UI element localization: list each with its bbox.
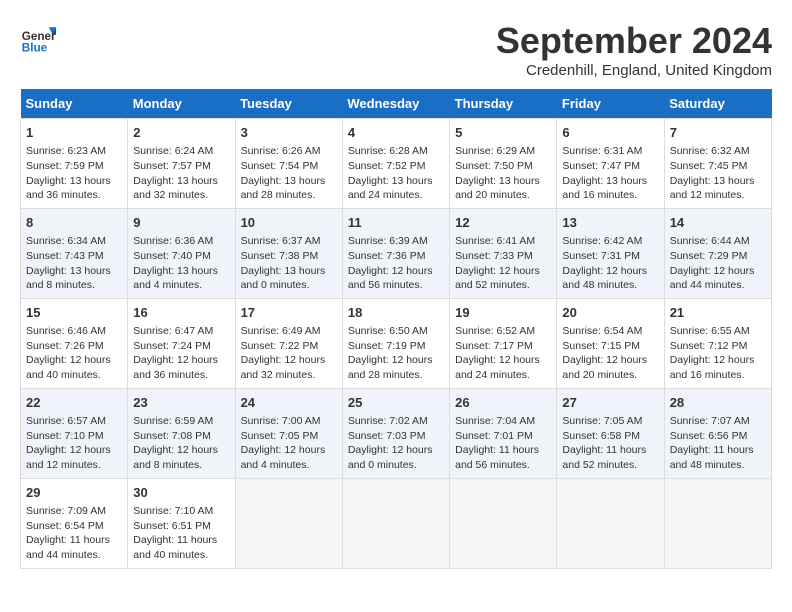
day-number: 23	[133, 394, 229, 412]
svg-text:Blue: Blue	[22, 42, 48, 55]
day-number: 10	[241, 214, 337, 232]
day-cell: 7Sunrise: 6:32 AMSunset: 7:45 PMDaylight…	[664, 119, 771, 209]
day-cell: 17Sunrise: 6:49 AMSunset: 7:22 PMDayligh…	[235, 298, 342, 388]
day-number: 28	[670, 394, 766, 412]
day-cell: 6Sunrise: 6:31 AMSunset: 7:47 PMDaylight…	[557, 119, 664, 209]
day-cell	[235, 478, 342, 568]
day-cell: 15Sunrise: 6:46 AMSunset: 7:26 PMDayligh…	[21, 298, 128, 388]
day-cell: 9Sunrise: 6:36 AMSunset: 7:40 PMDaylight…	[128, 208, 235, 298]
day-cell: 30Sunrise: 7:10 AMSunset: 6:51 PMDayligh…	[128, 478, 235, 568]
day-number: 2	[133, 124, 229, 142]
location: Credenhill, England, United Kingdom	[496, 62, 772, 79]
day-cell: 10Sunrise: 6:37 AMSunset: 7:38 PMDayligh…	[235, 208, 342, 298]
day-cell: 20Sunrise: 6:54 AMSunset: 7:15 PMDayligh…	[557, 298, 664, 388]
day-cell	[557, 478, 664, 568]
day-number: 3	[241, 124, 337, 142]
week-row-4: 29Sunrise: 7:09 AMSunset: 6:54 PMDayligh…	[21, 478, 772, 568]
day-number: 29	[26, 484, 122, 502]
calendar-body: 1Sunrise: 6:23 AMSunset: 7:59 PMDaylight…	[21, 119, 772, 569]
day-cell: 11Sunrise: 6:39 AMSunset: 7:36 PMDayligh…	[342, 208, 449, 298]
day-cell: 23Sunrise: 6:59 AMSunset: 7:08 PMDayligh…	[128, 388, 235, 478]
day-number: 4	[348, 124, 444, 142]
day-number: 12	[455, 214, 551, 232]
day-number: 25	[348, 394, 444, 412]
day-cell: 5Sunrise: 6:29 AMSunset: 7:50 PMDaylight…	[450, 119, 557, 209]
day-cell: 4Sunrise: 6:28 AMSunset: 7:52 PMDaylight…	[342, 119, 449, 209]
day-number: 19	[455, 304, 551, 322]
day-cell: 22Sunrise: 6:57 AMSunset: 7:10 PMDayligh…	[21, 388, 128, 478]
day-cell: 24Sunrise: 7:00 AMSunset: 7:05 PMDayligh…	[235, 388, 342, 478]
day-number: 13	[562, 214, 658, 232]
day-cell: 3Sunrise: 6:26 AMSunset: 7:54 PMDaylight…	[235, 119, 342, 209]
logo-icon: General Blue	[20, 20, 56, 56]
day-cell: 16Sunrise: 6:47 AMSunset: 7:24 PMDayligh…	[128, 298, 235, 388]
title-area: September 2024 Credenhill, England, Unit…	[496, 20, 772, 79]
weekday-monday: Monday	[128, 89, 235, 119]
weekday-wednesday: Wednesday	[342, 89, 449, 119]
day-cell: 28Sunrise: 7:07 AMSunset: 6:56 PMDayligh…	[664, 388, 771, 478]
week-row-2: 15Sunrise: 6:46 AMSunset: 7:26 PMDayligh…	[21, 298, 772, 388]
day-cell: 1Sunrise: 6:23 AMSunset: 7:59 PMDaylight…	[21, 119, 128, 209]
day-cell: 12Sunrise: 6:41 AMSunset: 7:33 PMDayligh…	[450, 208, 557, 298]
day-cell: 29Sunrise: 7:09 AMSunset: 6:54 PMDayligh…	[21, 478, 128, 568]
weekday-header: SundayMondayTuesdayWednesdayThursdayFrid…	[21, 89, 772, 119]
day-number: 24	[241, 394, 337, 412]
day-cell: 14Sunrise: 6:44 AMSunset: 7:29 PMDayligh…	[664, 208, 771, 298]
day-number: 6	[562, 124, 658, 142]
weekday-thursday: Thursday	[450, 89, 557, 119]
day-number: 18	[348, 304, 444, 322]
month-title: September 2024	[496, 20, 772, 62]
weekday-sunday: Sunday	[21, 89, 128, 119]
day-cell: 26Sunrise: 7:04 AMSunset: 7:01 PMDayligh…	[450, 388, 557, 478]
day-number: 1	[26, 124, 122, 142]
day-cell: 19Sunrise: 6:52 AMSunset: 7:17 PMDayligh…	[450, 298, 557, 388]
day-cell	[450, 478, 557, 568]
day-number: 16	[133, 304, 229, 322]
day-cell: 25Sunrise: 7:02 AMSunset: 7:03 PMDayligh…	[342, 388, 449, 478]
week-row-1: 8Sunrise: 6:34 AMSunset: 7:43 PMDaylight…	[21, 208, 772, 298]
weekday-friday: Friday	[557, 89, 664, 119]
day-number: 8	[26, 214, 122, 232]
day-cell: 13Sunrise: 6:42 AMSunset: 7:31 PMDayligh…	[557, 208, 664, 298]
calendar-table: SundayMondayTuesdayWednesdayThursdayFrid…	[20, 89, 772, 569]
day-number: 21	[670, 304, 766, 322]
weekday-saturday: Saturday	[664, 89, 771, 119]
day-number: 7	[670, 124, 766, 142]
day-cell	[664, 478, 771, 568]
logo: General Blue	[20, 20, 56, 56]
weekday-tuesday: Tuesday	[235, 89, 342, 119]
day-number: 27	[562, 394, 658, 412]
day-number: 15	[26, 304, 122, 322]
day-number: 9	[133, 214, 229, 232]
day-cell: 18Sunrise: 6:50 AMSunset: 7:19 PMDayligh…	[342, 298, 449, 388]
day-number: 5	[455, 124, 551, 142]
day-cell	[342, 478, 449, 568]
day-number: 14	[670, 214, 766, 232]
day-number: 22	[26, 394, 122, 412]
day-number: 11	[348, 214, 444, 232]
day-number: 30	[133, 484, 229, 502]
day-number: 26	[455, 394, 551, 412]
day-cell: 27Sunrise: 7:05 AMSunset: 6:58 PMDayligh…	[557, 388, 664, 478]
week-row-3: 22Sunrise: 6:57 AMSunset: 7:10 PMDayligh…	[21, 388, 772, 478]
day-cell: 8Sunrise: 6:34 AMSunset: 7:43 PMDaylight…	[21, 208, 128, 298]
day-cell: 21Sunrise: 6:55 AMSunset: 7:12 PMDayligh…	[664, 298, 771, 388]
week-row-0: 1Sunrise: 6:23 AMSunset: 7:59 PMDaylight…	[21, 119, 772, 209]
day-number: 17	[241, 304, 337, 322]
day-cell: 2Sunrise: 6:24 AMSunset: 7:57 PMDaylight…	[128, 119, 235, 209]
header: General Blue September 2024 Credenhill, …	[20, 20, 772, 79]
day-number: 20	[562, 304, 658, 322]
